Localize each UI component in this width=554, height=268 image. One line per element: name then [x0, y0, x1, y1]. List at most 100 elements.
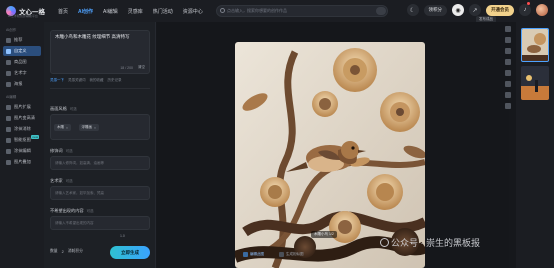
helper-links: 灵感一下 灵感关键词 我的收藏 历史记录 — [50, 78, 122, 83]
thumbnail-image — [522, 29, 548, 61]
bell-icon[interactable]: ♪ — [519, 4, 531, 16]
sidebar-item-label: 海报 — [14, 81, 23, 86]
link-inspire[interactable]: 灵感一下 — [50, 78, 64, 83]
history-thumb[interactable] — [521, 28, 549, 62]
link-keywords[interactable]: 灵感关键词 — [68, 78, 86, 83]
nav-home[interactable]: 首页 — [58, 8, 68, 15]
main-nav: 首页 AI创作 AI编辑 灵感库 热门活动 资源中心 — [58, 8, 203, 15]
chip-label: 浮雕画 — [81, 125, 93, 129]
style-label-text: 画面风格 — [50, 106, 67, 111]
art-text-icon — [6, 70, 11, 76]
sidebar-item-label: 图片叠加 — [14, 159, 31, 164]
sidebar-item-recommend[interactable]: 推荐 — [3, 35, 41, 45]
nav-ai-edit[interactable]: AI编辑 — [103, 8, 118, 15]
optional-tag: 可选 — [65, 149, 73, 153]
nav-resources[interactable]: 资源中心 — [183, 8, 203, 15]
style-label: 画面风格 可选 — [50, 106, 77, 112]
sidebar-item-label: 自定义 — [14, 48, 27, 53]
optional-tag: 可选 — [65, 179, 73, 183]
sidebar-section-edit: AI编辑 — [6, 95, 17, 99]
close-icon[interactable]: × — [66, 126, 68, 130]
search-placeholder: 点击输入，搜索你想要的创作作品 — [227, 8, 287, 13]
clear-button[interactable]: 清空 — [138, 65, 145, 70]
sidebar-section-create: AI创作 — [6, 28, 17, 32]
watermark-text: 公众号 · 崇生的黑板报 — [391, 238, 480, 248]
tag-icon[interactable] — [504, 92, 511, 98]
link-favorites[interactable]: 我的收藏 — [90, 78, 104, 83]
style-selector[interactable]: 木雕 × 浮雕画 × — [50, 114, 150, 140]
share-icon[interactable]: ↗ — [469, 4, 481, 16]
wechat-icon — [380, 238, 389, 247]
similar-image-button[interactable]: 生成相似图 — [279, 252, 304, 257]
negative-input[interactable]: 请输入不希望出现的内容 — [50, 216, 150, 230]
new-badge: new — [31, 135, 39, 139]
brush-icon — [6, 148, 11, 154]
chip-label: 木雕 — [57, 125, 64, 129]
sidebar-item-custom[interactable]: 自定义 — [3, 46, 41, 56]
style-chip[interactable]: 浮雕画 × — [78, 124, 100, 131]
quantity-stepper[interactable]: 2 — [62, 250, 64, 254]
view-icon[interactable] — [504, 81, 511, 87]
sidebar-item-art-text[interactable]: 艺术字 — [3, 68, 41, 78]
prompt-textarea[interactable]: 木雕小鸟和木雕花 纹理细节 高清特写 18 / 200 清空 — [50, 30, 150, 74]
similar-icon — [279, 252, 284, 257]
sidebar-item-label: 图片变高清 — [14, 115, 35, 120]
optional-tag: 可选 — [86, 209, 94, 213]
style-chip[interactable]: 木雕 × — [54, 124, 72, 131]
cutout-icon — [6, 137, 11, 143]
nav-inspiration[interactable]: 灵感库 — [128, 8, 143, 15]
sidebar-item-cutout[interactable]: 智能抠图 new — [3, 135, 41, 145]
sidebar-item-expand[interactable]: 图片扩展 — [3, 102, 41, 112]
poster-icon — [6, 81, 11, 87]
overlay-icon — [6, 159, 11, 165]
sidebar-item-product[interactable]: 商品图 — [3, 57, 41, 67]
artist-input[interactable]: 请输入艺术家，如毕加索、梵高 — [50, 186, 150, 200]
theme-icon[interactable]: ☾ — [406, 4, 419, 16]
top-bar: 文心一格 AI艺术和创意辅助平台 首页 AI创作 AI编辑 灵感库 热门活动 资… — [0, 0, 554, 22]
sidebar-item-overlay[interactable]: 图片叠加 — [3, 157, 41, 167]
erase-icon — [6, 126, 11, 132]
expand-icon — [6, 104, 11, 110]
hd-icon — [6, 115, 11, 121]
modifier-input[interactable]: 请输入修饰词，如高清、油画等 — [50, 156, 150, 170]
close-icon[interactable]: × — [94, 126, 96, 130]
sidebar: AI创作 推荐 自定义 商品图 艺术字 海报 AI编辑 图片扩展 图片变高清 涂… — [0, 22, 44, 268]
modifier-placeholder: 请输入修饰词，如高清、油画等 — [55, 161, 104, 165]
create-form: 木雕小鸟和木雕花 纹理细节 高清特写 18 / 200 清空 灵感一下 灵感关键… — [44, 22, 156, 268]
watermark: 公众号 · 崇生的黑板报 — [380, 236, 480, 249]
search-button[interactable] — [376, 7, 386, 15]
sidebar-item-brush[interactable]: 涂抹编辑 — [3, 146, 41, 156]
avatar[interactable] — [536, 4, 548, 16]
sidebar-item-poster[interactable]: 海报 — [3, 79, 41, 89]
sidebar-item-label: 涂抹编辑 — [14, 148, 31, 153]
delete-icon[interactable] — [504, 103, 511, 109]
sidebar-item-label: 推荐 — [14, 37, 23, 42]
action-label: 生成相似图 — [286, 252, 304, 256]
sidebar-item-label: 艺术字 — [14, 70, 27, 75]
collect-icon[interactable] — [504, 26, 511, 32]
nav-events[interactable]: 热门活动 — [153, 8, 173, 15]
download-icon[interactable] — [504, 48, 511, 54]
optional-tag: 可选 — [69, 107, 77, 111]
sidebar-item-label: 商品图 — [14, 59, 27, 64]
share-tool-icon[interactable] — [504, 37, 511, 43]
checkin-button[interactable]: 领积分 — [423, 4, 447, 16]
history-thumb[interactable] — [521, 66, 549, 100]
prompt-text: 木雕小鸟和木雕花 纹理细节 高清特写 — [55, 34, 130, 39]
header-actions: ☾ 领积分 ◉ ↗ 开通会员 ♪ — [406, 4, 548, 16]
sidebar-item-hd[interactable]: 图片变高清 — [3, 113, 41, 123]
search-input[interactable]: 点击输入，搜索你想要的创作作品 — [216, 5, 388, 17]
generate-button[interactable]: 立即生成 — [110, 246, 150, 259]
open-member-button[interactable]: 开通会员 — [486, 4, 514, 16]
modifier-label-text: 修饰词 — [50, 148, 63, 153]
sidebar-item-erase[interactable]: 涂抹消除 — [3, 124, 41, 134]
points-icon[interactable]: ◉ — [452, 4, 464, 16]
edit-image-button[interactable]: 编辑此图 — [243, 252, 264, 257]
hd-tool-icon[interactable] — [504, 70, 511, 76]
sidebar-item-label: 图片扩展 — [14, 104, 31, 109]
edit-icon — [243, 252, 248, 257]
nav-ai-create[interactable]: AI创作 — [78, 8, 93, 15]
image-caption: 木雕小鸟 1/2 — [311, 231, 337, 238]
link-history[interactable]: 历史记录 — [108, 78, 122, 83]
edit-tool-icon[interactable] — [504, 59, 511, 65]
